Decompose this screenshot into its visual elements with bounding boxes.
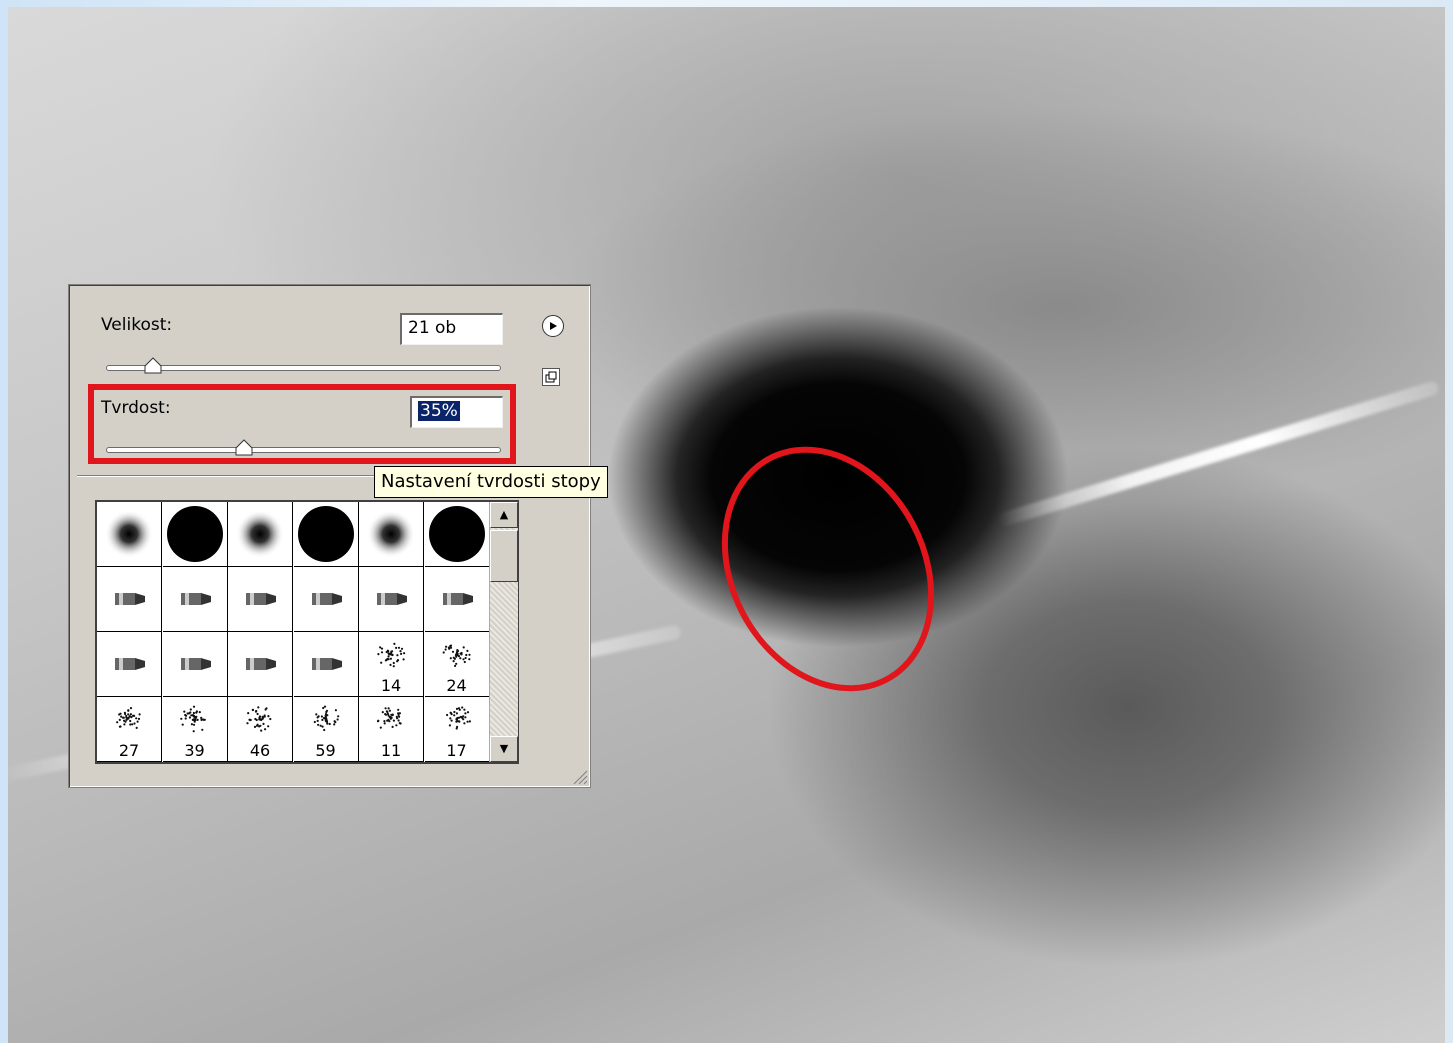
size-slider-thumb[interactable] (144, 357, 162, 375)
brush-preset-cell[interactable]: 59 (293, 697, 359, 762)
soft-round-brush-icon (99, 504, 159, 568)
brush-preset-cell[interactable] (228, 502, 293, 567)
hard-round-brush-icon (165, 504, 225, 568)
brush-preset-cell[interactable] (162, 502, 228, 568)
brush-preset-cell[interactable] (162, 632, 228, 698)
brush-preset-cell[interactable] (97, 567, 162, 632)
brush-size-label: 59 (315, 741, 336, 760)
brush-grid-scrollbar[interactable]: ▲ ▼ (489, 502, 518, 762)
brush-tip-brush-icon (165, 634, 225, 698)
new-preset-icon[interactable] (542, 368, 560, 386)
splatter-brush-icon (427, 632, 487, 680)
brush-preset-cell[interactable] (228, 632, 293, 697)
brush-size-label: 27 (118, 741, 140, 760)
scroll-thumb[interactable] (490, 530, 518, 582)
pupil-annotation-ellipse (721, 446, 935, 692)
brush-tip-brush-icon (296, 634, 356, 698)
brush-preset-cell[interactable] (293, 632, 359, 698)
scroll-down-icon[interactable]: ▼ (490, 736, 518, 762)
soft-round-brush-icon (230, 504, 290, 568)
brush-preset-cell[interactable] (97, 632, 162, 697)
brush-size-label: 24 (446, 676, 467, 695)
brush-preset-cell[interactable]: 27 (97, 697, 162, 762)
soft-round-brush-icon (361, 504, 421, 568)
hardness-tooltip: Nastavení tvrdosti stopy (374, 466, 608, 498)
brush-preset-cell[interactable] (359, 502, 424, 567)
hard-round-brush-icon (427, 504, 487, 568)
splatter-brush-icon (361, 697, 421, 745)
size-label: Velikost: (101, 315, 173, 335)
brush-preset-cell[interactable]: 14 (359, 632, 424, 697)
splatter-brush-icon (99, 697, 159, 745)
brush-preset-cell[interactable] (97, 502, 162, 567)
splatter-brush-icon (296, 697, 356, 745)
brush-preset-cell[interactable] (162, 567, 228, 633)
brush-size-label: 14 (380, 676, 402, 695)
brush-size-label: 46 (249, 741, 271, 760)
highlight-streak (996, 380, 1440, 528)
brush-size-label: 39 (184, 741, 205, 760)
brush-preset-cell[interactable]: 24 (424, 632, 490, 697)
scroll-up-icon[interactable]: ▲ (490, 502, 518, 528)
brush-tip-brush-icon (361, 569, 421, 633)
brush-preset-cell[interactable] (228, 567, 293, 632)
brush-tip-brush-icon (99, 634, 159, 698)
brush-tip-brush-icon (230, 634, 290, 698)
hardness-highlight-box (88, 384, 516, 464)
splatter-brush-icon (361, 632, 421, 680)
splatter-brush-icon (427, 697, 487, 745)
brush-preset-grid: 14 24 27 39 46 59 11 17 (95, 500, 519, 764)
brush-tip-brush-icon (165, 569, 225, 633)
brush-tip-brush-icon (99, 569, 159, 633)
hard-round-brush-icon (296, 504, 356, 568)
brush-preset-cell[interactable]: 39 (162, 697, 228, 762)
resize-grip-icon[interactable] (570, 767, 588, 785)
brush-size-label: 17 (446, 741, 467, 760)
brush-preset-cell[interactable]: 11 (359, 697, 424, 762)
brush-preset-cell[interactable]: 17 (424, 697, 490, 762)
brush-preset-cell[interactable] (424, 567, 490, 633)
brush-tip-brush-icon (427, 569, 487, 633)
brush-preset-cell[interactable] (359, 567, 424, 632)
brush-preset-cell[interactable]: 46 (228, 697, 293, 762)
play-circle-icon[interactable] (542, 315, 564, 337)
splatter-brush-icon (165, 697, 225, 745)
size-field[interactable]: 21 ob (400, 313, 503, 345)
brush-tip-brush-icon (230, 569, 290, 633)
brush-preset-cell[interactable] (293, 567, 359, 633)
splatter-brush-icon (230, 697, 290, 745)
brush-size-label: 11 (380, 741, 402, 760)
brush-tip-brush-icon (296, 569, 356, 633)
brush-preset-cell[interactable] (424, 502, 490, 568)
size-slider-track[interactable] (106, 365, 501, 371)
brush-preset-cell[interactable] (293, 502, 359, 568)
